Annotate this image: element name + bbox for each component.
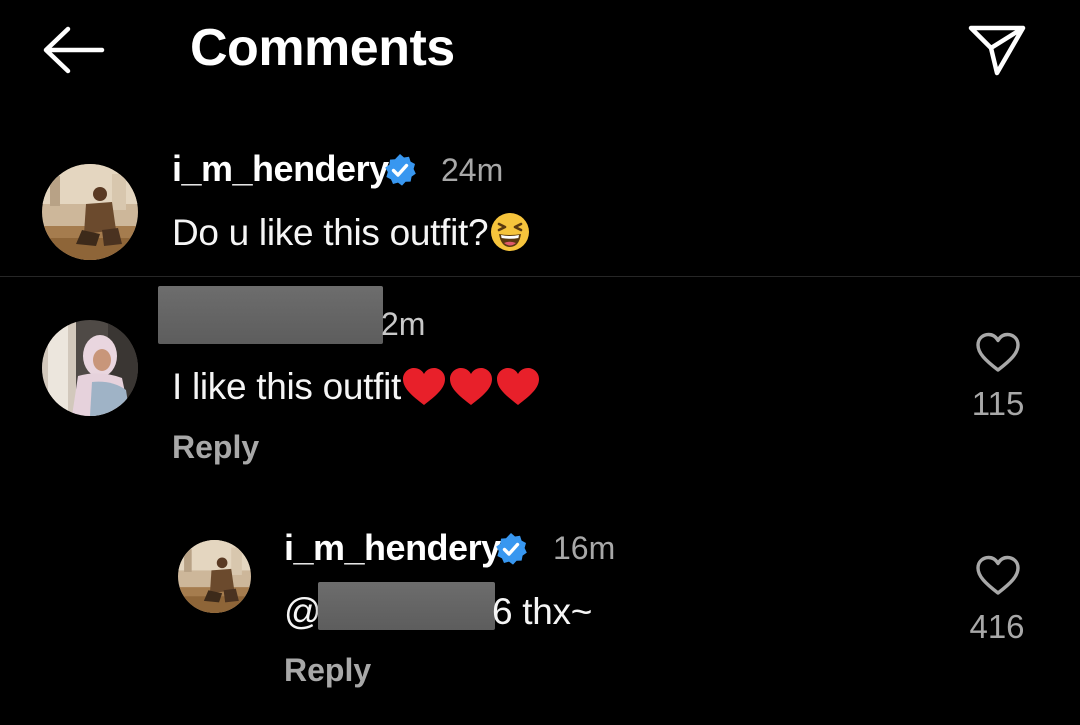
- comment-like-count: 115: [971, 385, 1025, 422]
- reply-mention-prefix: @: [284, 591, 322, 632]
- comment-like-button[interactable]: [975, 332, 1021, 374]
- laughing-emoji: [490, 212, 530, 252]
- caption-divider: [0, 276, 1080, 277]
- reply-timestamp: 16m: [553, 530, 616, 566]
- back-button[interactable]: [40, 24, 106, 76]
- page-title: Comments: [190, 19, 455, 77]
- reply-username[interactable]: i_m_hendery: [284, 527, 501, 569]
- reply-like-count: 416: [969, 608, 1025, 645]
- caption-username[interactable]: i_m_hendery: [172, 148, 389, 190]
- caption-timestamp: 24m: [441, 152, 504, 188]
- avatar-photo: [42, 164, 138, 260]
- reply-like-button[interactable]: [975, 555, 1021, 597]
- redacted-username: [158, 286, 383, 344]
- caption-text: Do u like this outfit?: [172, 212, 530, 254]
- red-hearts-emoji: [401, 367, 541, 407]
- comment-reply-button[interactable]: Reply: [172, 429, 259, 466]
- reply-reply-button[interactable]: Reply: [284, 652, 371, 689]
- heart-outline-icon: [976, 555, 1020, 595]
- redacted-mention: [318, 582, 495, 630]
- verified-badge-icon: [383, 153, 417, 187]
- paper-plane-icon: [968, 25, 1026, 76]
- avatar-photo: [42, 320, 138, 416]
- share-button[interactable]: [966, 22, 1028, 78]
- caption-avatar[interactable]: [42, 164, 138, 260]
- comment-text: I like this outfit: [172, 366, 541, 408]
- reply-text: 6 thx~: [492, 591, 593, 632]
- heart-outline-icon: [976, 332, 1020, 372]
- reply-avatar[interactable]: [178, 540, 251, 613]
- avatar-photo: [178, 540, 251, 613]
- arrow-left-icon: [43, 26, 105, 74]
- caption-text-body: Do u like this outfit?: [172, 212, 489, 253]
- verified-badge-icon: [494, 532, 528, 566]
- comment-timestamp: 2m: [381, 306, 426, 342]
- commenter-avatar[interactable]: [42, 320, 138, 416]
- comment-text-body: I like this outfit: [172, 366, 402, 407]
